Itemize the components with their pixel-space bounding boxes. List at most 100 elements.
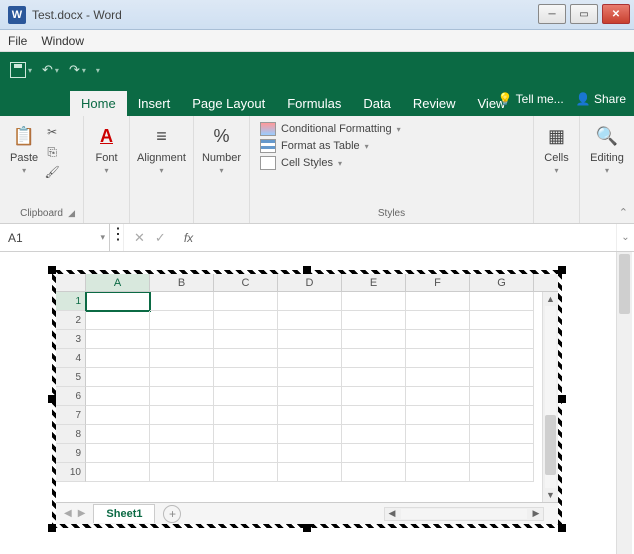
row-header-6[interactable]: 6 xyxy=(56,387,86,406)
tab-review[interactable]: Review xyxy=(402,91,467,116)
embedded-spreadsheet-object[interactable]: A B C D E F G 12345678910 ▲ ▼ ◀▶ Sheet1 xyxy=(52,270,562,528)
tab-page-layout[interactable]: Page Layout xyxy=(181,91,276,116)
maximize-button[interactable]: ▭ xyxy=(570,4,598,24)
conditional-formatting-button[interactable]: Conditional Formatting ▾ xyxy=(260,122,523,136)
cell-G5[interactable] xyxy=(470,368,534,387)
new-sheet-button[interactable]: + xyxy=(163,505,181,523)
scroll-down-arrow[interactable]: ▼ xyxy=(543,488,558,502)
sheet-tab-sheet1[interactable]: Sheet1 xyxy=(93,504,155,523)
menu-file[interactable]: File xyxy=(8,34,27,48)
document-vertical-scrollbar[interactable] xyxy=(616,252,632,554)
row-header-9[interactable]: 9 xyxy=(56,444,86,463)
cell-A7[interactable] xyxy=(86,406,150,425)
cell-B1[interactable] xyxy=(150,292,214,311)
cell-A6[interactable] xyxy=(86,387,150,406)
column-header-a[interactable]: A xyxy=(86,274,150,291)
format-painter-button[interactable]: 🖌 xyxy=(44,164,60,180)
cell-G4[interactable] xyxy=(470,349,534,368)
cell-C3[interactable] xyxy=(214,330,278,349)
collapse-ribbon-button[interactable]: ⌃ xyxy=(619,206,628,219)
cell-D2[interactable] xyxy=(278,311,342,330)
cell-D4[interactable] xyxy=(278,349,342,368)
row-header-10[interactable]: 10 xyxy=(56,463,86,482)
copy-button[interactable]: ⎘ xyxy=(44,144,60,160)
cell-F2[interactable] xyxy=(406,311,470,330)
resize-handle-br[interactable] xyxy=(558,524,566,532)
cell-B4[interactable] xyxy=(150,349,214,368)
cell-G8[interactable] xyxy=(470,425,534,444)
row-header-3[interactable]: 3 xyxy=(56,330,86,349)
tab-home[interactable]: Home xyxy=(70,91,127,116)
cell-G3[interactable] xyxy=(470,330,534,349)
row-header-5[interactable]: 5 xyxy=(56,368,86,387)
tab-formulas[interactable]: Formulas xyxy=(276,91,352,116)
cell-A2[interactable] xyxy=(86,311,150,330)
cell-E3[interactable] xyxy=(342,330,406,349)
cell-F8[interactable] xyxy=(406,425,470,444)
select-all-corner[interactable] xyxy=(56,274,86,291)
cell-C5[interactable] xyxy=(214,368,278,387)
cell-B6[interactable] xyxy=(150,387,214,406)
cell-E10[interactable] xyxy=(342,463,406,482)
scroll-left-arrow[interactable]: ◀ xyxy=(385,508,399,519)
column-header-e[interactable]: E xyxy=(342,274,406,291)
cell-F3[interactable] xyxy=(406,330,470,349)
cell-F9[interactable] xyxy=(406,444,470,463)
cell-D5[interactable] xyxy=(278,368,342,387)
cell-E5[interactable] xyxy=(342,368,406,387)
qat-customize-button[interactable]: ▾ xyxy=(96,66,100,75)
cell-C8[interactable] xyxy=(214,425,278,444)
row-header-1[interactable]: 1 xyxy=(56,292,86,311)
cell-B7[interactable] xyxy=(150,406,214,425)
cell-F10[interactable] xyxy=(406,463,470,482)
cell-styles-button[interactable]: Cell Styles ▾ xyxy=(260,156,523,170)
column-header-g[interactable]: G xyxy=(470,274,534,291)
cell-B8[interactable] xyxy=(150,425,214,444)
cell-E9[interactable] xyxy=(342,444,406,463)
cell-E4[interactable] xyxy=(342,349,406,368)
tab-insert[interactable]: Insert xyxy=(127,91,182,116)
cell-C2[interactable] xyxy=(214,311,278,330)
menu-window[interactable]: Window xyxy=(41,34,84,48)
cell-C9[interactable] xyxy=(214,444,278,463)
cell-D10[interactable] xyxy=(278,463,342,482)
cell-B9[interactable] xyxy=(150,444,214,463)
cell-G2[interactable] xyxy=(470,311,534,330)
cell-B10[interactable] xyxy=(150,463,214,482)
vscroll-thumb[interactable] xyxy=(545,415,556,475)
resize-handle-tl[interactable] xyxy=(48,266,56,274)
cell-C1[interactable] xyxy=(214,292,278,311)
sheet-vertical-scrollbar[interactable]: ▲ ▼ xyxy=(542,292,558,502)
cell-F1[interactable] xyxy=(406,292,470,311)
cell-G10[interactable] xyxy=(470,463,534,482)
minimize-button[interactable]: ─ xyxy=(538,4,566,24)
column-header-d[interactable]: D xyxy=(278,274,342,291)
cells-button[interactable]: ▦ Cells ▾ xyxy=(540,120,573,206)
qat-save-button[interactable]: ▾ xyxy=(10,62,32,78)
cell-D6[interactable] xyxy=(278,387,342,406)
row-header-2[interactable]: 2 xyxy=(56,311,86,330)
cell-G6[interactable] xyxy=(470,387,534,406)
cell-E7[interactable] xyxy=(342,406,406,425)
cell-E8[interactable] xyxy=(342,425,406,444)
expand-formula-bar-button[interactable]: ⌄ xyxy=(616,224,634,251)
cell-D8[interactable] xyxy=(278,425,342,444)
column-header-f[interactable]: F xyxy=(406,274,470,291)
column-header-b[interactable]: B xyxy=(150,274,214,291)
cell-F4[interactable] xyxy=(406,349,470,368)
resize-handle-mr[interactable] xyxy=(558,395,566,403)
cancel-formula-button[interactable]: ✕ xyxy=(134,230,145,246)
row-header-8[interactable]: 8 xyxy=(56,425,86,444)
clipboard-dialog-launcher[interactable]: ◢ xyxy=(68,208,75,219)
insert-function-button[interactable]: fx xyxy=(176,224,201,251)
qat-redo-button[interactable]: ↷▾ xyxy=(69,62,86,78)
cell-B3[interactable] xyxy=(150,330,214,349)
cell-A5[interactable] xyxy=(86,368,150,387)
cell-F7[interactable] xyxy=(406,406,470,425)
tell-me-search[interactable]: 💡 Tell me... xyxy=(498,92,564,106)
cell-A10[interactable] xyxy=(86,463,150,482)
cell-C4[interactable] xyxy=(214,349,278,368)
number-button[interactable]: % Number ▾ xyxy=(200,120,243,206)
format-as-table-button[interactable]: Format as Table ▾ xyxy=(260,139,523,153)
grid-body[interactable]: 12345678910 xyxy=(56,292,558,502)
